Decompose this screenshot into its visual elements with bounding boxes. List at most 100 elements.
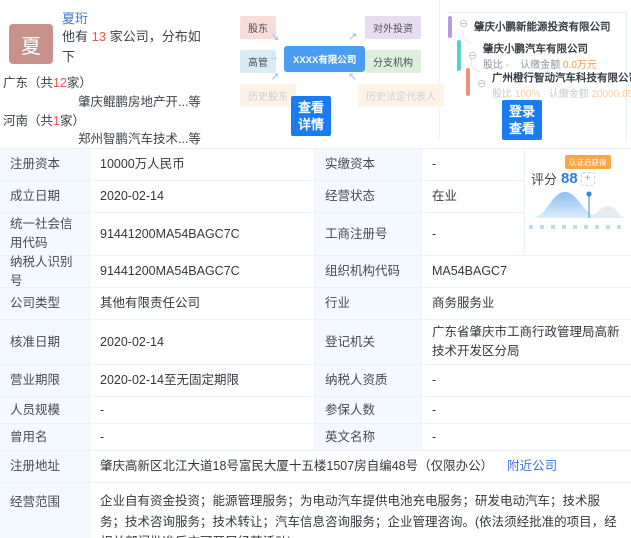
arrow-down-right-icon: ↘ (270, 31, 280, 43)
registration-table-top: 注册资本 10000万人民币 实缴资本 - 成立日期 2020-02-14 经营… (0, 148, 631, 256)
view-detail-button[interactable]: 查看 详情 (291, 96, 332, 136)
tree-bar-purple (448, 16, 452, 38)
tree-company-name: 广州橙行智动汽车科技有限公司 (492, 72, 631, 84)
field-label: 纳税人识别号 (0, 255, 90, 288)
field-label: 参保人数 (315, 397, 422, 424)
field-value: - (422, 213, 525, 256)
registered-address-cell: 肇庆高新区北江大道18号富民大厦十五楼1507房自编48号（仅限办公） 附近公司 (90, 451, 631, 483)
view-detail-line1: 查看 (298, 100, 325, 115)
arrow-up-right-icon: ↗ (270, 71, 280, 83)
login-view-button[interactable]: 登录 查看 (502, 100, 543, 140)
region-label-suffix: 家） (59, 114, 85, 128)
node-branches: 分支机构 (365, 50, 421, 73)
field-value: - (422, 424, 631, 451)
region-label: 河南（共 (3, 114, 54, 128)
field-label: 注册地址 (0, 451, 90, 483)
field-value: - (90, 397, 315, 424)
ratio-value: 100% (514, 89, 541, 100)
field-label: 经营范围 (0, 483, 90, 538)
tree-bar-orange (466, 68, 470, 96)
collapse-minus-icon[interactable]: ⊖ (459, 17, 468, 30)
person-summary: 他有 13 家公司，分布如下 (62, 27, 212, 67)
region-label: 广东（共 (3, 76, 54, 90)
arrow-up-right-icon: ↗ (348, 31, 358, 43)
avatar: 夏 (9, 24, 53, 64)
region-example-company: 郑州智鹏汽车技术...等 (78, 132, 201, 146)
field-label: 组织机构代码 (315, 256, 422, 288)
field-value: 2020-02-14至无固定期限 (90, 365, 315, 397)
field-label: 人员规模 (0, 397, 90, 424)
tree-company-detail: 股比 100% 认缴金额 20000.05 人民币 (492, 85, 631, 100)
ratio-label: 股比 (492, 89, 512, 100)
relationship-diagram: 股东 高管 历史股东 XXXX有限公司 对外投资 分支机构 历史法定代表人 ↘ … (212, 0, 444, 140)
view-detail-line2: 详情 (298, 117, 325, 132)
score-label: 评分 (531, 172, 558, 187)
amount-label: 认缴金额 (548, 89, 589, 100)
axis-ticks (529, 225, 627, 229)
field-value: 在业 (422, 181, 525, 213)
company-count: 13 (91, 29, 107, 44)
field-value: 91441200MA54BAGC7C (90, 213, 315, 256)
field-value: - (422, 149, 525, 181)
nearby-companies-link[interactable]: 附近公司 (507, 457, 557, 476)
field-value: 2020-02-14 (90, 320, 315, 365)
arrow-up-left-icon: ↖ (348, 71, 358, 83)
field-value: 2020-02-14 (90, 181, 315, 213)
registered-address: 肇庆高新区北江大道18号富民大厦十五楼1507房自编48号（仅限办公） (100, 459, 494, 474)
field-label: 注册资本 (0, 149, 90, 181)
region-count: 12 (53, 76, 67, 90)
field-value: 商务服务业 (422, 288, 631, 320)
login-line1: 登录 (509, 104, 536, 119)
node-history-legal-rep: 历史法定代表人 (358, 84, 444, 107)
score-value: 88 (561, 170, 578, 187)
tree-company-detail: 股比 - 认缴金额 0.0万元 (483, 56, 597, 71)
field-label: 成立日期 (0, 181, 90, 213)
field-label: 登记机关 (315, 320, 422, 365)
region-count: 1 (53, 114, 60, 128)
summary-prefix: 他有 (62, 29, 92, 44)
field-value: 91441200MA54BAGC7C (90, 256, 315, 288)
collapse-minus-icon[interactable]: ⊖ (477, 77, 486, 90)
field-value: - (422, 365, 631, 397)
field-value: - (422, 397, 631, 424)
field-label: 工商注册号 (315, 213, 422, 256)
top-section: 夏 夏珩 他有 13 家公司，分布如下 广东（共12家） 肇庆鲲鹏房地产开...… (0, 0, 631, 148)
field-label: 营业期限 (0, 365, 90, 397)
field-label: 行业 (315, 288, 422, 320)
arrow-right-icon: → (346, 51, 357, 63)
field-value: 10000万人民币 (90, 149, 315, 181)
field-label: 统一社会信用代码 (0, 213, 90, 256)
field-label: 曾用名 (0, 424, 90, 451)
business-scope-cell: 企业自有资金投资；能源管理服务；为电动汽车提供电池充电服务；研发电动汽车；技术服… (90, 483, 631, 538)
login-line2: 查看 (509, 121, 536, 136)
tree-company-name: 肇庆小鹏汽车有限公司 (483, 43, 588, 55)
field-label: 英文名称 (315, 424, 422, 451)
field-value: - (90, 424, 315, 451)
score-widget: 认证后获得 评分 88 + (525, 149, 631, 256)
person-card: 夏 夏珩 他有 13 家公司，分布如下 广东（共12家） 肇庆鲲鹏房地产开...… (0, 0, 212, 148)
score-distribution-chart (529, 189, 627, 229)
field-value: 广东省肇庆市工商行政管理局高新技术开发区分局 (422, 320, 631, 365)
business-scope: 企业自有资金投资；能源管理服务；为电动汽车提供电池充电服务；研发电动汽车；技术服… (100, 494, 617, 538)
field-label: 纳税人资质 (315, 365, 422, 397)
equity-tree-panel: ⊖ 肇庆小鹏新能源投资有限公司 ⊖ 肇庆小鹏汽车有限公司 股比 - 认缴金额 0… (440, 0, 631, 148)
region-row-guangdong: 广东（共12家） (3, 72, 92, 91)
node-history-shareholders: 历史股东 (240, 84, 296, 107)
field-value: 其他有限责任公司 (90, 288, 315, 320)
certify-badge: 认证后获得 (565, 155, 611, 169)
registration-table-main: 纳税人识别号 91441200MA54BAGC7C 组织机构代码 MA54BAG… (0, 255, 631, 538)
tree-bar-teal (457, 40, 461, 71)
field-value: MA54BAGC7 (422, 256, 631, 288)
add-score-button[interactable]: + (580, 171, 595, 186)
region-row-henan: 河南（共1家） (3, 110, 85, 129)
field-label: 公司类型 (0, 288, 90, 320)
region-example-company: 肇庆鲲鹏房地产开...等 (78, 95, 201, 109)
field-label: 核准日期 (0, 320, 90, 365)
field-label: 实缴资本 (315, 149, 422, 181)
amount-value: 20000.05 人民币 (591, 89, 631, 100)
field-label: 经营状态 (315, 181, 422, 213)
person-name-link[interactable]: 夏珩 (62, 8, 88, 27)
region-label-suffix: 家） (66, 76, 92, 90)
tree-company-name: 肇庆小鹏新能源投资有限公司 (474, 21, 611, 33)
arrow-right-icon: → (268, 51, 279, 63)
